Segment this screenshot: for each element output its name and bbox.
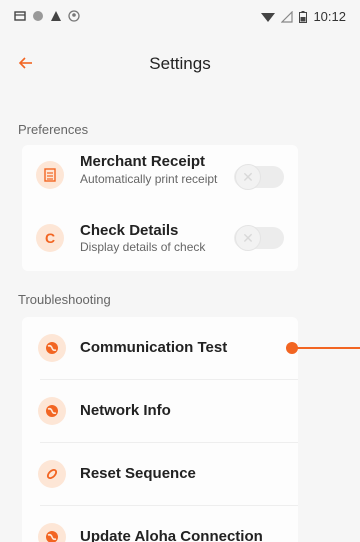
toggle-off-icon: ✕ — [235, 164, 261, 190]
troubleshooting-card: Communication Test Network Info Reset Se… — [22, 317, 298, 542]
receipt-icon — [36, 161, 64, 189]
status-time: 10:12 — [313, 9, 346, 24]
toolbar: Settings — [0, 36, 360, 92]
circle-icon — [33, 11, 43, 21]
check-details-subtitle: Display details of check — [80, 240, 206, 254]
signal-icon — [281, 10, 294, 23]
ts-row-reset-sequence[interactable]: Reset Sequence — [22, 443, 298, 505]
status-bar: 10:12 — [0, 0, 360, 36]
ts-row-network-info[interactable]: Network Info — [22, 380, 298, 442]
pref-row-merchant-receipt[interactable]: Merchant Receipt Automatically print rec… — [22, 145, 298, 211]
check-details-title: Check Details — [80, 222, 179, 239]
ts-row-communication-test[interactable]: Communication Test — [22, 317, 298, 379]
reset-sequence-label: Reset Sequence — [80, 465, 196, 482]
troubleshooting-label: Troubleshooting — [18, 292, 111, 307]
update-aloha-connection-label: Update Aloha Connection — [80, 528, 263, 542]
status-right-icons: 10:12 — [261, 9, 346, 24]
status-left-icons — [14, 10, 80, 22]
preferences-card: Merchant Receipt Automatically print rec… — [22, 145, 298, 271]
merchant-receipt-subtitle: Automatically print receipt — [80, 172, 218, 186]
page-title: Settings — [149, 54, 211, 73]
globe-icon — [38, 334, 66, 362]
merchant-receipt-title: Merchant Receipt — [80, 153, 206, 170]
sim-icon — [14, 11, 26, 21]
network-info-label: Network Info — [80, 402, 171, 419]
alert-icon — [51, 11, 61, 21]
check-details-toggle[interactable]: ✕ — [234, 225, 284, 251]
reset-icon — [38, 460, 66, 488]
communication-test-label: Communication Test — [80, 339, 228, 356]
globe-icon — [38, 397, 66, 425]
battery-icon — [299, 10, 308, 23]
account-icon — [68, 10, 80, 22]
callout-line — [296, 347, 360, 349]
check-c-icon: C — [36, 224, 64, 252]
preferences-label: Preferences — [18, 122, 89, 137]
pref-row-check-details[interactable]: C Check Details Display details of check… — [22, 211, 298, 271]
ts-row-update-aloha-connection[interactable]: Update Aloha Connection — [22, 506, 298, 542]
wifi-icon — [261, 12, 276, 22]
globe-icon — [38, 523, 66, 542]
toggle-off-icon: ✕ — [235, 225, 261, 251]
merchant-receipt-toggle[interactable]: ✕ — [234, 164, 284, 190]
